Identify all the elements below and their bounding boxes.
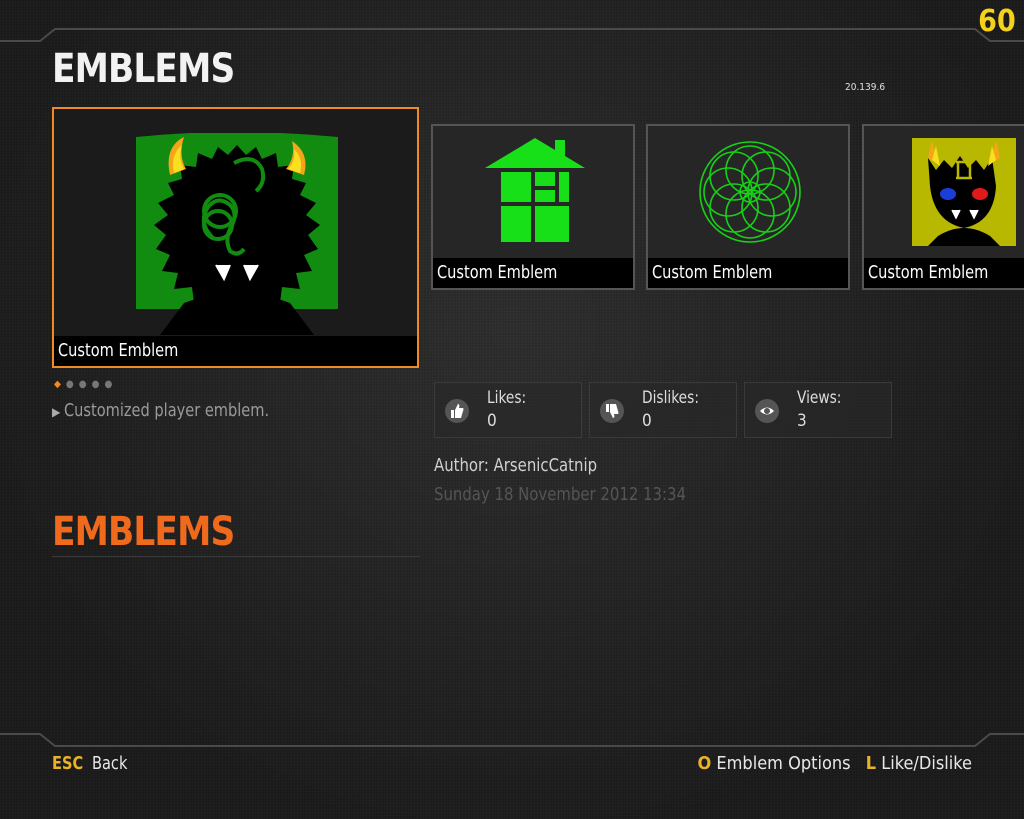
o-key-hint: O bbox=[697, 753, 712, 774]
page-indicator: ◆●●●● bbox=[54, 379, 117, 390]
like-dislike-label: Like/Dislike bbox=[881, 753, 972, 774]
back-label: Back bbox=[91, 753, 128, 774]
emblem-caption: Custom Emblem bbox=[433, 258, 633, 288]
footer-actions: O Emblem Options L Like/Dislike bbox=[697, 753, 972, 774]
likes-value: 0 bbox=[487, 411, 497, 431]
selected-emblem-tile[interactable]: Custom Emblem bbox=[52, 107, 419, 368]
esc-key-hint: ESC bbox=[52, 753, 84, 774]
caret-right-icon: ▶ bbox=[52, 405, 61, 419]
page-dot: ● bbox=[78, 379, 92, 390]
page-dot-active: ◆ bbox=[54, 379, 66, 390]
page-title: EMBLEMS bbox=[52, 46, 235, 92]
emblem-options-label: Emblem Options bbox=[716, 753, 851, 774]
emblem-caption: Custom Emblem bbox=[54, 336, 417, 366]
page-dot: ● bbox=[104, 379, 118, 390]
emblem-tile-1[interactable]: Custom Emblem bbox=[431, 124, 635, 290]
section-divider bbox=[52, 556, 420, 557]
likes-label: Likes: bbox=[487, 388, 527, 408]
emblem-caption: Custom Emblem bbox=[648, 258, 848, 288]
views-label: Views: bbox=[797, 388, 842, 408]
thumbs-down-icon bbox=[600, 399, 624, 423]
views-stat: Views: 3 bbox=[744, 382, 892, 438]
spirograph-icon bbox=[699, 141, 801, 243]
emblem-caption: Custom Emblem bbox=[864, 258, 1024, 288]
house-icon bbox=[485, 138, 585, 242]
eye-icon bbox=[755, 399, 779, 423]
like-dislike-button[interactable]: L Like/Dislike bbox=[866, 753, 972, 774]
gemini-troll-icon bbox=[912, 138, 1016, 246]
dislikes-value: 0 bbox=[642, 411, 652, 431]
thumbs-up-icon bbox=[445, 399, 469, 423]
emblem-options-button[interactable]: O Emblem Options bbox=[697, 753, 850, 774]
page-dot: ● bbox=[91, 379, 105, 390]
leo-troll-emblem-icon bbox=[136, 133, 338, 335]
emblem-tile-2[interactable]: Custom Emblem bbox=[646, 124, 850, 290]
views-value: 3 bbox=[797, 411, 807, 431]
author-label: Author: ArsenicCatnip bbox=[434, 455, 598, 476]
emblem-tile-3[interactable]: Custom Emblem bbox=[862, 124, 1024, 290]
l-key-hint: L bbox=[865, 753, 877, 774]
bottom-frame-line bbox=[0, 733, 1024, 747]
version-label: 20.139.6 bbox=[845, 82, 886, 93]
fps-counter: 60 bbox=[978, 4, 1016, 39]
section-title: EMBLEMS bbox=[52, 509, 235, 555]
dislikes-stat: Dislikes: 0 bbox=[589, 382, 737, 438]
likes-stat: Likes: 0 bbox=[434, 382, 582, 438]
back-button[interactable]: ESC Back bbox=[52, 753, 131, 774]
date-label: Sunday 18 November 2012 13:34 bbox=[434, 484, 686, 505]
emblem-description: ▶ Customized player emblem. bbox=[52, 400, 270, 421]
page-dot: ● bbox=[65, 379, 79, 390]
dislikes-label: Dislikes: bbox=[642, 388, 699, 408]
